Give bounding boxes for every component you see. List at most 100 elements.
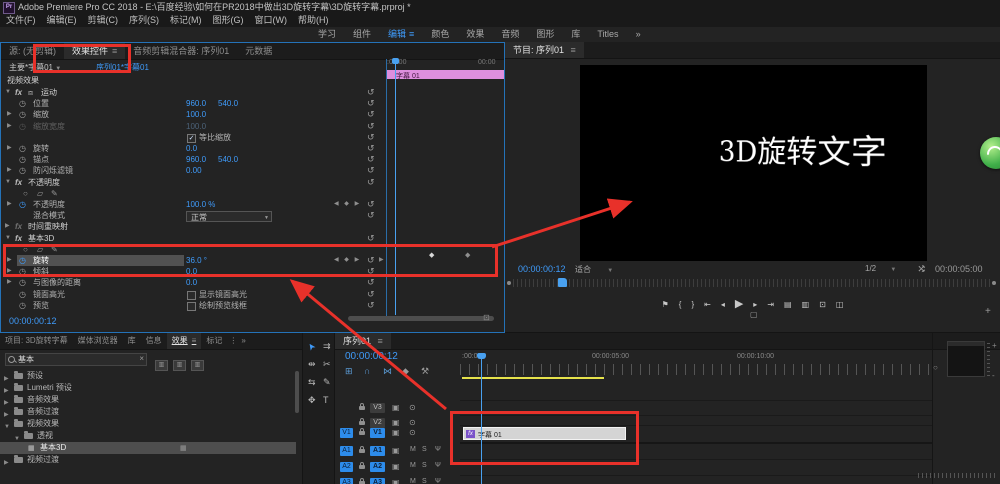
source-patch-A1[interactable]: A1 [340,446,353,456]
menu-item-2[interactable]: 剪辑(C) [88,14,119,27]
scrollbar-end-cap[interactable] [992,281,996,285]
reset-parameter-icon[interactable]: ↺ [367,289,375,300]
stopwatch-icon[interactable]: ◷ [19,165,26,176]
reset-parameter-icon[interactable]: ↺ [367,121,375,132]
stopwatch-icon[interactable]: ◷ [19,98,26,109]
track-select-forward-tool[interactable]: ⇉ [323,341,331,352]
type-tool[interactable]: T [323,395,329,405]
marker-icon[interactable]: ⚑ [662,300,669,309]
effect-row-混合模式[interactable]: 混合模式正常▼↺ [1,210,385,221]
tab-effect-controls[interactable]: 效果控件≡ [64,43,125,59]
effect-row-不透明度[interactable]: ▶◷不透明度100.0 %◀ ◆ ▶↺ [1,199,385,210]
twirl-icon[interactable]: ▶ [5,221,10,232]
param-value[interactable]: 540.0 [218,98,238,109]
effect-row-预览[interactable]: ◷预览绘制预览线框↺ [1,300,385,311]
reset-view-icon[interactable]: ○ [933,363,938,372]
param-value[interactable]: 100.0 [186,109,206,120]
reset-parameter-icon[interactable]: ↺ [367,165,375,176]
reset-parameter-icon[interactable]: ↺ [367,143,375,154]
menu-item-0[interactable]: 文件(F) [6,14,36,27]
keyframe-diamond-icon[interactable]: ◆ [429,251,434,259]
effect-row-镜面高光[interactable]: ◷镜面高光显示镜面高光↺ [1,289,385,300]
tree-item-音频效果[interactable]: ▶音频效果 [0,394,296,406]
twirl-icon[interactable]: ▶ [7,199,12,210]
track-output-eye-icon[interactable]: ⊙ [409,403,416,412]
effect-row-缩放宽度[interactable]: ▶◷缩放宽度100.0↺ [1,121,385,132]
effect-row-位置[interactable]: ◷位置960.0540.0↺ [1,98,385,109]
track-target-A1[interactable]: A1 [370,446,385,456]
source-patch-A3[interactable]: A3 [340,478,353,484]
sync-lock-icon[interactable]: ▣ [392,428,400,437]
scrollbar-end-cap[interactable] [507,281,511,285]
audio-track-header-A1[interactable]: A1A1▣MSΨ [335,444,459,458]
tree-item-视频过渡[interactable]: ▶视频过渡 [0,454,296,466]
timeline-minimap[interactable] [947,341,985,377]
twirl-icon[interactable]: ▼ [5,87,11,98]
add-button[interactable]: + [985,306,991,317]
pen-tool[interactable]: ✎ [323,377,331,388]
effect-timeline-divider[interactable] [386,59,387,319]
tree-item-透视[interactable]: ▼透视 [0,430,296,442]
vertical-zoom-ticks[interactable] [987,343,990,379]
zoom-in-icon[interactable]: + [992,341,997,350]
stopwatch-icon[interactable]: ◷ [19,199,26,210]
effect-row-旋转[interactable]: ▶◷旋转36.0 °◀ ◆ ▶↺▶ [1,255,385,266]
tab-ecp-2[interactable]: 音频剪辑混合器: 序列01 [125,43,237,59]
solo-button[interactable]: S [422,462,427,469]
param-value[interactable]: 0.0 [186,143,197,154]
timeline-clip-subtitle01[interactable]: fx 字幕 01 [463,427,626,440]
menu-item-6[interactable]: 窗口(W) [255,14,288,27]
track-target-V1[interactable]: V1 [370,428,385,438]
effects-search-box[interactable]: × [5,353,147,366]
keyframe-nav[interactable]: ◀ ◆ ▶ [334,199,361,210]
reset-parameter-icon[interactable]: ↺ [367,233,375,244]
workspace-tab-1[interactable]: 组件 [353,27,371,42]
track-target-A2[interactable]: A2 [370,462,385,472]
workspace-tab-4[interactable]: 效果 [466,27,484,42]
mute-button[interactable]: M [410,478,416,484]
menu-item-4[interactable]: 标记(M) [170,14,202,27]
step-back-icon[interactable]: ◂ [721,300,725,309]
stopwatch-icon[interactable]: ◷ [19,143,26,154]
reset-parameter-icon[interactable]: ↺ [367,199,375,210]
tree-item-预设[interactable]: ▶预设 [0,370,296,382]
hand-tool[interactable]: ✥ [308,395,316,406]
keyframe-diamond-icon[interactable]: ◆ [465,251,470,259]
effect-row-与图像的距离[interactable]: ▶◷与图像的距离0.0↺ [1,277,385,288]
go-to-in-icon[interactable]: ⇤ [704,300,711,309]
reset-parameter-icon[interactable]: ↺ [367,277,375,288]
param-value[interactable]: 960.0 [186,98,206,109]
panel-menu-icon[interactable]: ≡ [192,336,197,345]
track-lock-icon[interactable] [359,449,365,453]
polygon-mask-icon[interactable]: ▱ [37,188,43,199]
horizontal-zoom-ticks[interactable] [918,473,996,478]
twirl-icon[interactable]: ▶ [7,143,12,154]
effect-controls-hscrollbar[interactable] [348,316,494,321]
keyframe-nav[interactable]: ◀ ◆ ▶ [334,255,361,266]
effect-row-防闪烁滤镜[interactable]: ▶◷防闪烁滤镜0.00↺ [1,165,385,176]
twirl-icon[interactable]: ▶ [7,255,12,266]
panel-menu-icon[interactable]: ≡ [571,45,576,55]
show-keyframes-icon[interactable]: ▶ [379,255,384,266]
stopwatch-icon[interactable]: ◷ [19,255,26,266]
effect-controls-timecode[interactable]: 00:00:00:12 [9,316,57,326]
extract-icon[interactable]: ▥ [802,300,810,309]
twirl-icon[interactable]: ▶ [7,109,12,120]
stopwatch-icon[interactable]: ◷ [19,277,26,288]
effect-row-锚点[interactable]: ◷锚点960.0540.0↺ [1,154,385,165]
voiceover-mic-icon[interactable]: Ψ [435,462,441,469]
effect-row-等比缩放[interactable]: ✓等比缩放↺ [1,132,385,143]
ellipse-mask-icon[interactable]: ○ [23,244,28,255]
track-target-A3[interactable]: A3 [370,478,385,484]
source-patch-V1[interactable]: V1 [340,428,353,438]
stopwatch-icon[interactable]: ◷ [19,154,26,165]
reset-parameter-icon[interactable]: ↺ [367,109,375,120]
tree-item-音频过渡[interactable]: ▶音频过渡 [0,406,296,418]
reset-parameter-icon[interactable]: ↺ [367,132,375,143]
workspace-tab-2[interactable]: 编辑≡ [388,27,414,42]
reset-parameter-icon[interactable]: ↺ [367,177,375,188]
reset-parameter-icon[interactable]: ↺ [367,210,375,221]
twirl-icon[interactable]: ▶ [7,277,12,288]
audio-track-header-A2[interactable]: A2A2▣MSΨ [335,460,459,474]
menu-item-1[interactable]: 编辑(E) [47,14,77,27]
